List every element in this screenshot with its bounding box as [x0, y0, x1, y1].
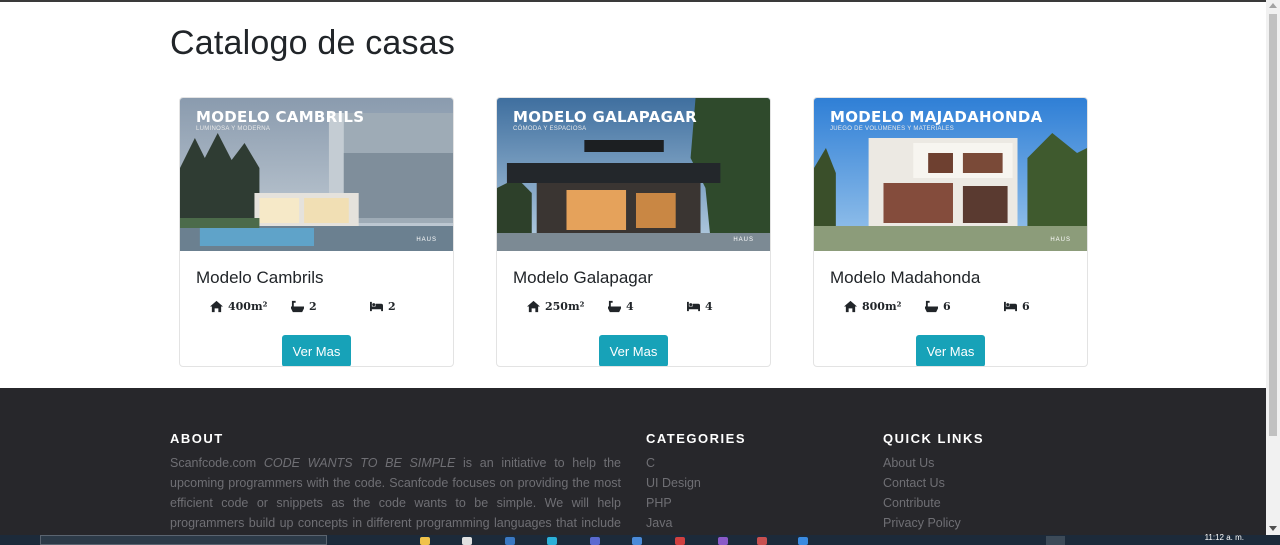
- quick-link[interactable]: About Us: [883, 453, 961, 473]
- about-site: Scanfcode.com: [170, 456, 257, 470]
- category-link[interactable]: PHP: [646, 493, 701, 513]
- taskbar-app-icon[interactable]: [505, 537, 515, 545]
- quick-link[interactable]: Privacy Policy: [883, 513, 961, 533]
- quick-link[interactable]: Contact Us: [883, 473, 961, 493]
- quick-links-list: About Us Contact Us Contribute Privacy P…: [883, 453, 961, 533]
- bed-icon: [370, 301, 383, 312]
- card-title: Modelo Cambrils: [196, 268, 324, 287]
- taskbar-search-box[interactable]: [40, 535, 327, 545]
- bed-icon: [1004, 301, 1017, 312]
- page-scrollbar[interactable]: [1266, 0, 1280, 535]
- area-value: 800m²: [862, 300, 902, 313]
- taskbar-app-icon[interactable]: [718, 537, 728, 545]
- taskbar-app-icon[interactable]: [675, 537, 685, 545]
- home-icon: [844, 300, 857, 313]
- bath-count: 2: [309, 300, 317, 313]
- ver-mas-button[interactable]: Ver Mas: [916, 335, 985, 366]
- bath-feature: 2: [290, 300, 317, 313]
- bed-count: 4: [705, 300, 713, 313]
- quick-links-heading: QUICK LINKS: [883, 431, 984, 446]
- area-value: 250m²: [545, 300, 585, 313]
- image-subtitle: JUEGO DE VOLÚMENES Y MATERIALES: [830, 126, 954, 132]
- house-image: MODELO CAMBRILS LUMINOSA Y MODERNA HAUS: [180, 98, 453, 251]
- card-title: Modelo Galapagar: [513, 268, 653, 287]
- image-title: MODELO MAJADAHONDA: [830, 108, 1043, 126]
- house-card-cambrils: MODELO CAMBRILS LUMINOSA Y MODERNA HAUS …: [179, 97, 454, 367]
- windows-taskbar: 11:12 a. m.: [0, 533, 1280, 545]
- image-brand: HAUS: [1050, 237, 1071, 243]
- house-image: MODELO GALAPAGAR CÓMODA Y ESPACIOSA HAUS: [497, 98, 770, 251]
- bed-feature: 6: [1003, 300, 1030, 313]
- taskbar-app-icon[interactable]: [757, 537, 767, 545]
- scroll-up-icon[interactable]: [1269, 3, 1277, 8]
- area-feature: 250m²: [526, 300, 584, 313]
- taskbar-app-icon[interactable]: [798, 537, 808, 545]
- categories-heading: CATEGORIES: [646, 431, 746, 446]
- bath-icon: [291, 300, 304, 313]
- page-title: Catalogo de casas: [170, 24, 456, 62]
- browser-page: Catalogo de casas MODELO CAMBRILS LUMINO…: [0, 0, 1280, 545]
- ver-mas-button[interactable]: Ver Mas: [599, 335, 668, 366]
- taskbar-app-icon[interactable]: [632, 537, 642, 545]
- category-link[interactable]: UI Design: [646, 473, 701, 493]
- scroll-down-icon[interactable]: [1269, 526, 1277, 531]
- category-link[interactable]: C: [646, 453, 701, 473]
- quick-link[interactable]: Contribute: [883, 493, 961, 513]
- image-subtitle: LUMINOSA Y MODERNA: [196, 126, 271, 132]
- taskbar-app-icon[interactable]: [462, 537, 472, 545]
- category-link[interactable]: Java: [646, 513, 701, 533]
- bath-icon: [925, 300, 938, 313]
- taskbar-app-icon[interactable]: [420, 537, 430, 545]
- bed-count: 2: [388, 300, 396, 313]
- scroll-thumb[interactable]: [1269, 14, 1277, 436]
- home-icon: [527, 300, 540, 313]
- bath-feature: 6: [924, 300, 951, 313]
- about-text: Scanfcode.com CODE WANTS TO BE SIMPLE is…: [170, 453, 621, 545]
- taskbar-app-icon[interactable]: [547, 537, 557, 545]
- about-tagline: CODE WANTS TO BE SIMPLE: [263, 456, 456, 470]
- area-value: 400m²: [228, 300, 268, 313]
- home-icon: [210, 300, 223, 313]
- bath-count: 4: [626, 300, 634, 313]
- taskbar-clock[interactable]: 11:12 a. m.: [1205, 533, 1244, 542]
- image-brand: HAUS: [733, 237, 754, 243]
- taskbar-app-icon[interactable]: [590, 537, 600, 545]
- image-title: MODELO CAMBRILS: [196, 108, 365, 126]
- bed-icon: [687, 301, 700, 312]
- image-title: MODELO GALAPAGAR: [513, 108, 697, 126]
- bath-feature: 4: [607, 300, 634, 313]
- site-footer: ABOUT Scanfcode.com CODE WANTS TO BE SIM…: [0, 388, 1266, 545]
- bed-feature: 4: [686, 300, 713, 313]
- card-title: Modelo Madahonda: [830, 268, 981, 287]
- house-card-majadahonda: MODELO MAJADAHONDA JUEGO DE VOLÚMENES Y …: [813, 97, 1088, 367]
- categories-list: C UI Design PHP Java: [646, 453, 701, 533]
- taskbar-show-icons[interactable]: [1046, 536, 1065, 545]
- bed-feature: 2: [369, 300, 396, 313]
- catalog-section: Catalogo de casas MODELO CAMBRILS LUMINO…: [0, 2, 1266, 388]
- bed-count: 6: [1022, 300, 1030, 313]
- area-feature: 400m²: [209, 300, 267, 313]
- area-feature: 800m²: [843, 300, 901, 313]
- about-heading: ABOUT: [170, 431, 224, 446]
- bath-count: 6: [943, 300, 951, 313]
- bath-icon: [608, 300, 621, 313]
- image-brand: HAUS: [416, 237, 437, 243]
- house-image: MODELO MAJADAHONDA JUEGO DE VOLÚMENES Y …: [814, 98, 1087, 251]
- house-card-galapagar: MODELO GALAPAGAR CÓMODA Y ESPACIOSA HAUS…: [496, 97, 771, 367]
- ver-mas-button[interactable]: Ver Mas: [282, 335, 351, 366]
- image-subtitle: CÓMODA Y ESPACIOSA: [513, 126, 587, 132]
